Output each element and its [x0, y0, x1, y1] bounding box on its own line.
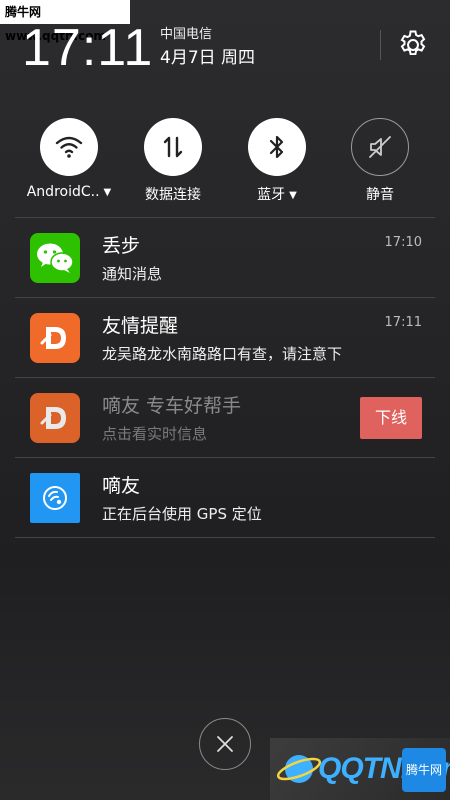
toggle-wifi[interactable]: AndroidC.. ▼ — [14, 118, 124, 200]
notification-body: 龙吴路龙水南路路口有查，请注意下 — [102, 345, 343, 363]
notification-body: 通知消息 — [102, 265, 163, 283]
notification-time: 17:11 — [384, 315, 422, 330]
didi-icon — [30, 393, 80, 443]
planet-logo-icon — [276, 755, 322, 783]
divider — [15, 297, 435, 298]
mute-label: 静音 — [366, 187, 394, 203]
mute-icon — [369, 136, 391, 158]
go-offline-button[interactable]: 下线 — [360, 397, 422, 439]
chevron-down-icon[interactable]: ▼ — [104, 187, 112, 198]
notification-body: 点击看实时信息 — [102, 425, 208, 443]
notification-didi-gps[interactable]: 嘀友 正在后台使用 GPS 定位 — [0, 459, 450, 537]
toggle-bluetooth[interactable]: 蓝牙 ▼ — [222, 118, 332, 204]
notification-wechat[interactable]: 丢步 通知消息 17:10 — [0, 219, 450, 297]
notification-time: 17:10 — [384, 235, 422, 250]
wechat-icon — [30, 233, 80, 283]
notification-title: 嘀友 — [102, 475, 141, 497]
settings-button[interactable] — [396, 28, 430, 62]
notification-didi-reminder[interactable]: 友情提醒 龙吴路龙水南路路口有查，请注意下 17:11 — [0, 299, 450, 377]
data-label: 数据连接 — [145, 187, 201, 203]
bluetooth-icon — [269, 135, 284, 159]
close-icon — [217, 736, 233, 752]
notification-body: 正在后台使用 GPS 定位 — [102, 505, 262, 523]
data-toggle-circle[interactable] — [144, 118, 202, 176]
notification-title: 嘀友 专车好帮手 — [102, 395, 242, 417]
quick-toggles: AndroidC.. ▼ 数据连接 蓝牙 ▼ 静音 — [0, 118, 450, 208]
date: 4月7日 周四 — [160, 48, 256, 68]
clock: 17:11 — [22, 19, 154, 77]
bluetooth-label: 蓝牙 — [257, 187, 286, 203]
toggle-mute[interactable]: 静音 — [325, 118, 435, 204]
gear-icon — [400, 30, 426, 56]
clear-notifications-button[interactable] — [199, 718, 251, 770]
wifi-label: AndroidC.. — [26, 184, 100, 200]
divider — [380, 30, 381, 60]
divider — [15, 217, 435, 218]
data-transfer-icon — [163, 136, 183, 158]
toggle-data[interactable]: 数据连接 — [118, 118, 228, 204]
mute-toggle-circle[interactable] — [351, 118, 409, 176]
location-icon — [30, 473, 80, 523]
didi-icon — [30, 313, 80, 363]
wifi-icon — [55, 136, 83, 158]
notification-didi-helper[interactable]: 嘀友 专车好帮手 点击看实时信息 下线 — [0, 379, 450, 457]
divider — [15, 537, 435, 538]
carrier-name: 中国电信 — [160, 27, 213, 42]
bluetooth-toggle-circle[interactable] — [248, 118, 306, 176]
divider — [15, 457, 435, 458]
notification-title: 友情提醒 — [102, 315, 179, 337]
wifi-toggle-circle[interactable] — [40, 118, 98, 176]
notification-title: 丢步 — [102, 235, 141, 257]
chevron-down-icon[interactable]: ▼ — [289, 190, 297, 201]
divider — [15, 377, 435, 378]
site-badge: 腾牛网 — [402, 748, 446, 792]
